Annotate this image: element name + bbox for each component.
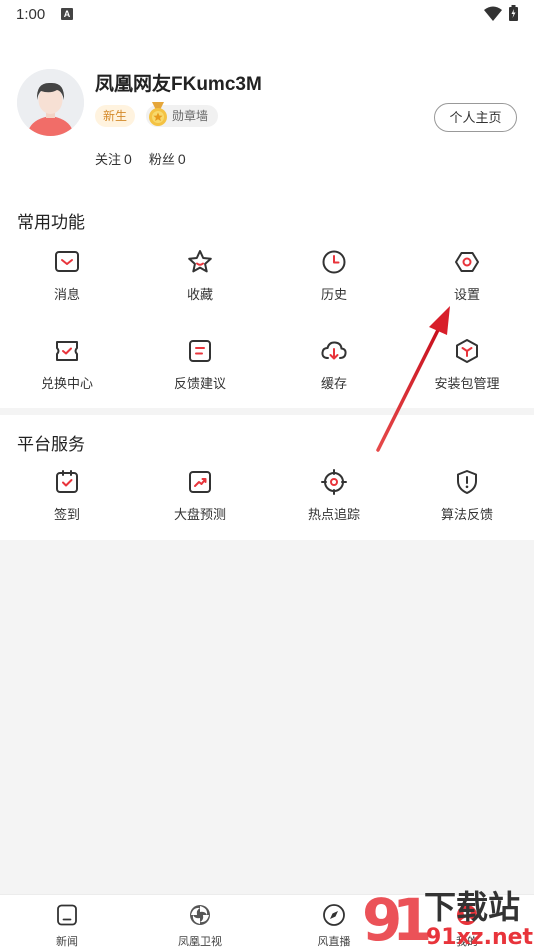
grid-item-label: 历史 [320,287,347,302]
watermark-url-text: 91xz.net [426,925,534,950]
battery-icon [509,5,518,21]
nav-tab-news[interactable]: 新闻 [0,895,134,950]
nav-label: 新闻 [56,936,78,948]
watermark-logo: 9 1 下载站 91xz.net [362,886,534,950]
platform-services-title: 平台服务 [17,435,85,454]
grid-item-label: 大盘预测 [173,507,226,522]
grid-item-label: 热点追踪 [307,507,360,522]
avatar[interactable] [17,69,84,136]
fans-label: 粉丝 [148,152,175,167]
grid-item-label: 消息 [53,287,80,302]
medal-wall-label: 勋章墙 [172,109,209,123]
nav-tab-phoenix-tv[interactable]: 凤凰卫视 [133,895,267,950]
gear-icon [455,252,479,272]
section-divider [0,408,534,415]
phoenix-icon [190,905,210,925]
profile-stats: 关注 0 粉丝 0 [95,149,186,168]
username: 凤凰网友FKumc3M [95,74,262,95]
cloud-download-icon [321,341,347,360]
star-icon [188,250,212,273]
ticket-icon [56,341,78,361]
grid-item-label: 签到 [53,507,80,522]
crosshair-icon [321,469,347,495]
trend-icon [189,471,211,493]
status-bar: 1:00 A [0,0,534,30]
grid-item-label: 算法反馈 [440,507,493,522]
grid-item-label: 反馈建议 [173,376,226,391]
package-icon [456,339,478,363]
following-label: 关注 [95,152,122,167]
wifi-icon [484,6,502,21]
fans-count: 0 [177,151,186,167]
grid-item-label: 安装包管理 [434,376,500,391]
compass-icon [323,904,345,926]
platform-services-panel: 平台服务 签到 大盘预测 热点追踪 算法反馈 [0,415,534,540]
default-avatar-icon [17,69,84,136]
status-time: 1:00 [16,6,46,23]
watermark-main-text: 下载站 [424,888,520,926]
check-in-icon [56,470,78,493]
shield-alert-icon [457,470,477,494]
grid-item-label: 设置 [453,287,480,302]
following-stat[interactable]: 关注 0 [95,149,132,168]
fans-stat[interactable]: 粉丝 0 [149,149,186,168]
new-user-badge: 新生 [95,105,136,127]
grid-item-label: 兑换中心 [40,376,93,391]
personal-homepage-button[interactable]: 个人主页 [434,103,517,132]
grid-item-label: 收藏 [186,287,213,302]
clock-icon [322,250,346,274]
following-count: 0 [124,151,132,167]
medal-wall-button[interactable]: 勋章墙 [146,102,218,127]
grid-item-label: 缓存 [320,376,347,391]
message-icon [55,251,79,272]
a-box-icon: A [61,8,73,20]
common-functions-title: 常用功能 [17,213,85,232]
profile-panel: 凤凰网友FKumc3M 新生 勋章墙 个人主页 关注 0 粉丝 0 常用功能 消息 收… [0,30,534,408]
feedback-icon [189,340,211,362]
news-icon [57,904,77,926]
nav-label: 凤凰卫视 [178,936,222,948]
medal-icon [149,102,167,126]
